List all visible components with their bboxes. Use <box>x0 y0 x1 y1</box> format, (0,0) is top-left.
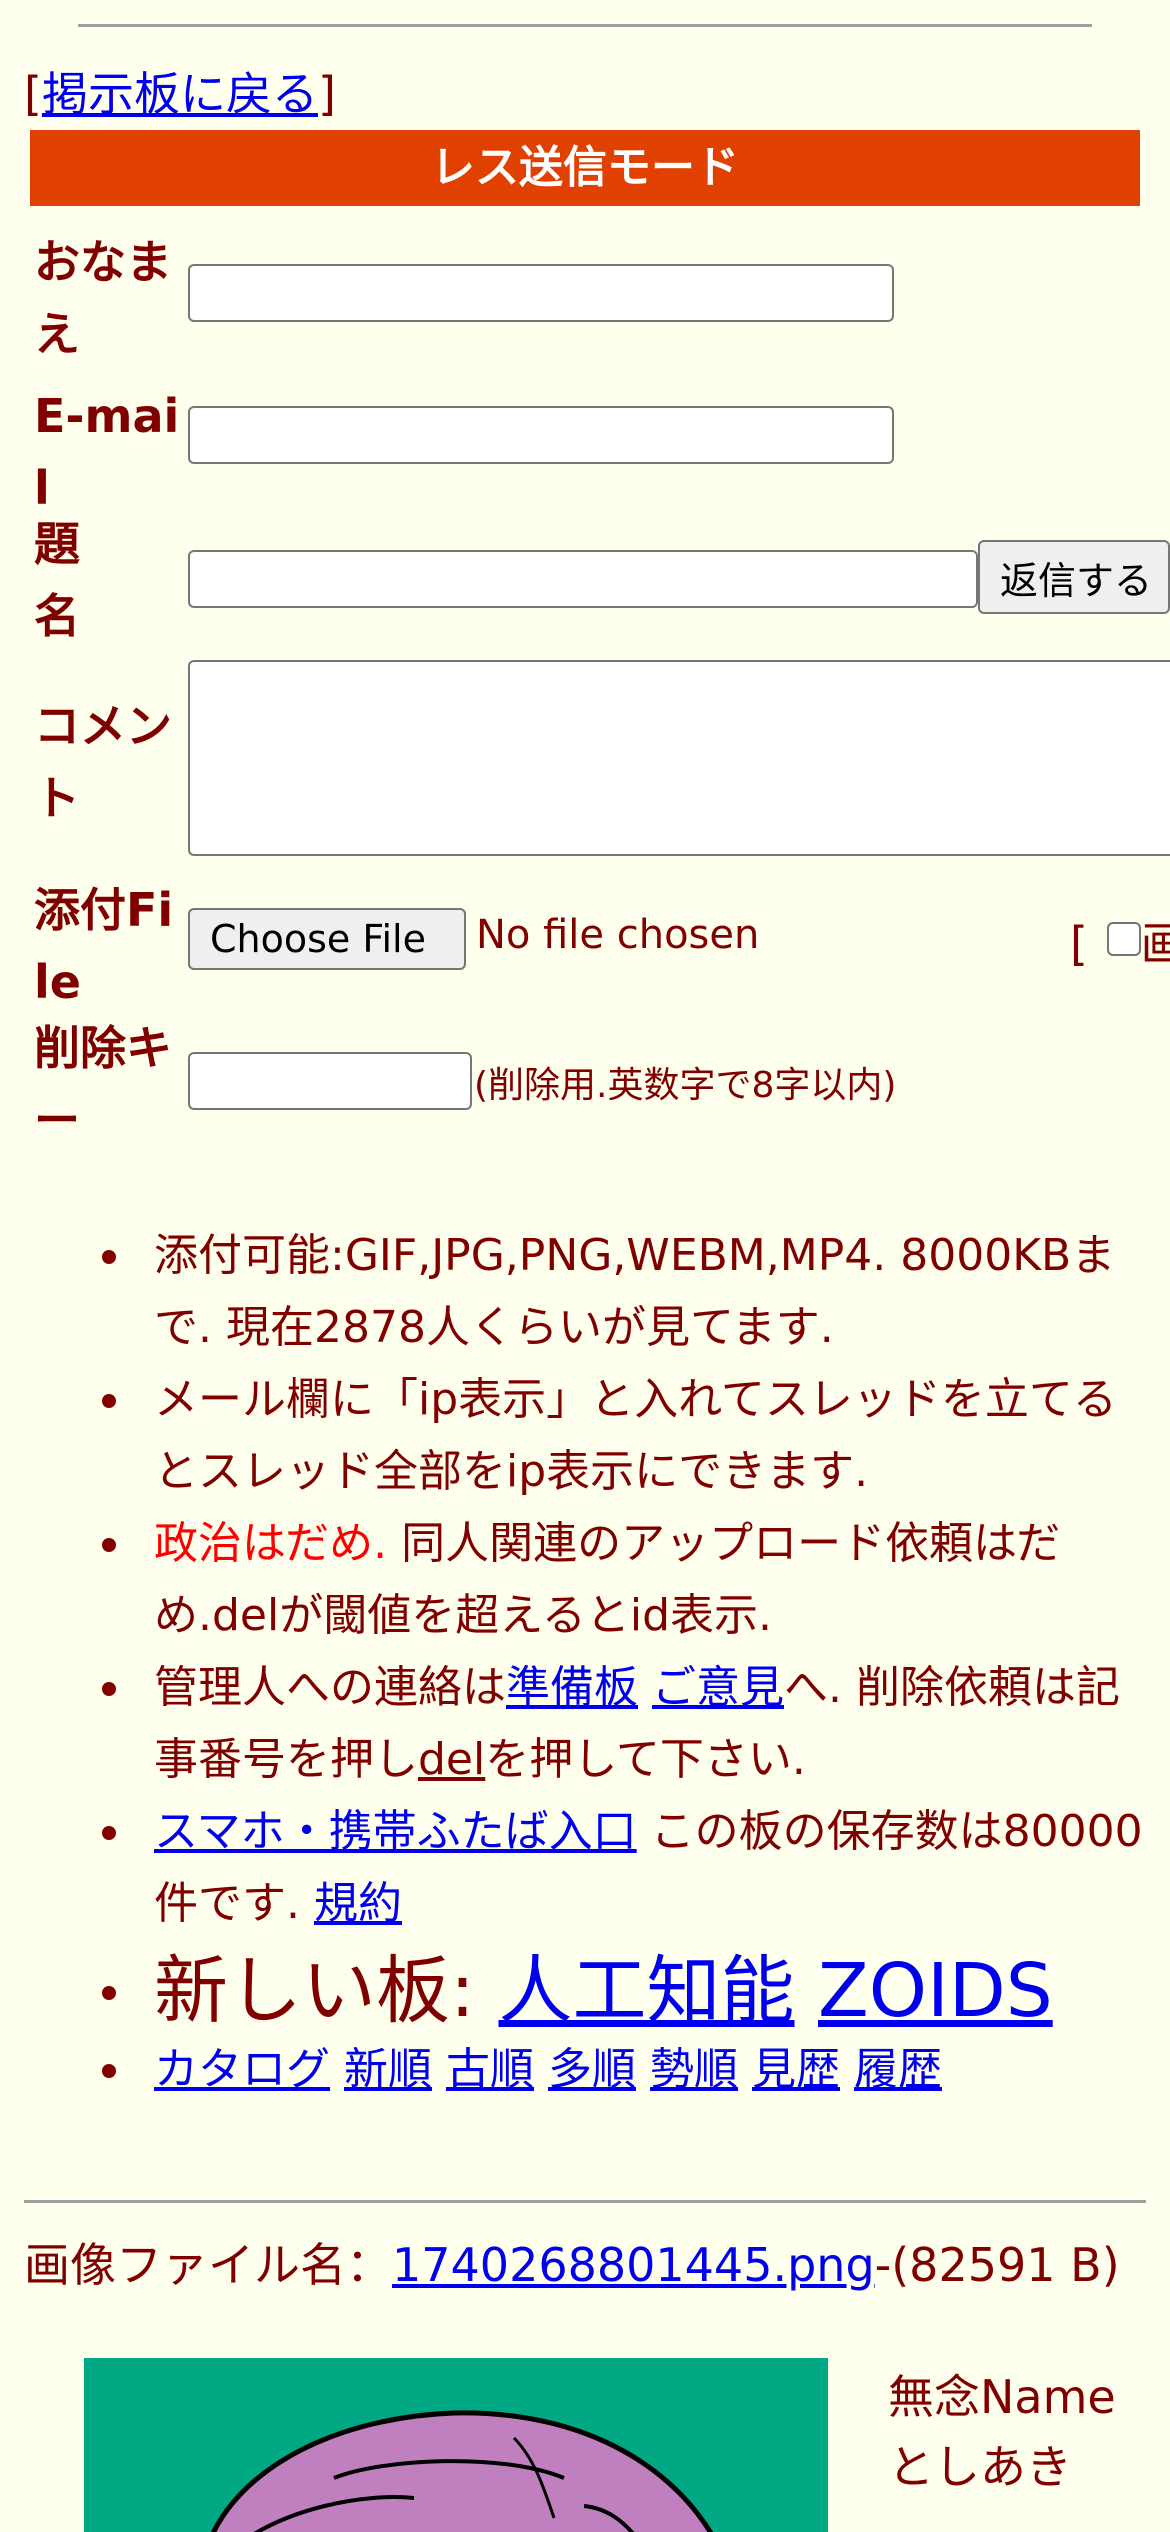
rule-contact-text-c: を押して下さい. <box>485 1734 806 1785</box>
sort-old-link[interactable]: 古順 <box>446 2044 534 2095</box>
subject-label: 題名 <box>34 517 80 643</box>
delkey-label: 削除キー <box>34 1021 172 1147</box>
terms-link[interactable]: 規約 <box>314 1878 402 1929</box>
view-history-link[interactable]: 見歴 <box>752 2044 840 2095</box>
image-file-size: -(82591 B) <box>874 2238 1120 2292</box>
new-boards: 新しい板: 人工知能 ZOIDS <box>102 1948 1150 2034</box>
top-divider <box>78 24 1092 27</box>
poster-name-2: としあき <box>888 2440 1072 2494</box>
rule-ip-display: メール欄に「ip表示」と入れてスレッドを立てるとスレッド全部をip表示にできます… <box>102 1364 1150 1508</box>
reply-mode-title: レス送信モード <box>30 130 1140 206</box>
board-rules-list: 添付可能:GIF,JPG,PNG,WEBM,MP4. 8000KBまで. 現在2… <box>0 1220 1150 2106</box>
catalog-link[interactable]: カタログ <box>154 2044 330 2095</box>
mobile-entry-link[interactable]: スマホ・携帯ふたば入口 <box>154 1806 637 1857</box>
prep-board-link[interactable]: 準備板 <box>506 1662 638 1713</box>
image-option-bracket: [ <box>1070 917 1088 971</box>
poster-info: 無念Name としあき <box>888 2362 1116 2502</box>
image-option-char: 画 <box>1140 917 1170 971</box>
sort-links: カタログ 新順 古順 多順 勢順 見歴 履歴 <box>102 2034 1150 2106</box>
no-file-chosen-text: No file chosen <box>476 912 760 958</box>
feedback-link[interactable]: ご意見 <box>652 1662 784 1713</box>
history-link[interactable]: 履歴 <box>854 2044 942 2095</box>
email-input[interactable] <box>188 406 894 464</box>
page: [掲示板に戻る] レス送信モード おなまえ E-mail 題名 返信する コメン… <box>0 0 1170 2532</box>
delkey-input[interactable] <box>188 1052 472 1110</box>
rule-contact-text-a: 管理人への連絡は <box>154 1662 506 1713</box>
sort-most-link[interactable]: 多順 <box>548 2044 636 2095</box>
new-boards-label: 新しい板: <box>154 1948 499 2034</box>
name-input[interactable] <box>188 264 894 322</box>
new-board-ai-link[interactable]: 人工知能 <box>498 1948 794 2034</box>
image-file-link[interactable]: 1740268801445.png <box>392 2238 875 2292</box>
comment-label: コメント <box>34 699 172 825</box>
choose-file-button[interactable]: Choose File <box>188 908 466 970</box>
comment-textarea[interactable] <box>188 660 1170 856</box>
email-label: E-mail <box>34 389 180 515</box>
back-to-board: [掲示板に戻る] <box>24 67 336 121</box>
poster-name: 無念Name <box>888 2370 1116 2424</box>
bottom-divider <box>24 2200 1146 2203</box>
back-to-board-link[interactable]: 掲示板に戻る <box>42 67 318 121</box>
new-board-zoids-link[interactable]: ZOIDS <box>818 1948 1053 2034</box>
name-label: おなまえ <box>34 235 172 361</box>
rule-attach-info: 添付可能:GIF,JPG,PNG,WEBM,MP4. 8000KBまで. 現在2… <box>102 1220 1150 1364</box>
sort-new-link[interactable]: 新順 <box>344 2044 432 2095</box>
rule-contact: 管理人への連絡は準備板 ご意見へ. 削除依頼は記事番号を押しdelを押して下さい… <box>102 1652 1150 1796</box>
image-file-label: 画像ファイル名： <box>24 2238 392 2292</box>
image-option: [ 画 <box>1070 908 1170 974</box>
del-text: del <box>418 1734 486 1785</box>
reply-submit-button[interactable]: 返信する <box>978 540 1170 614</box>
thumbnail-illustration <box>210 2410 714 2532</box>
image-file-line: 画像ファイル名：1740268801445.png-(82591 B) <box>24 2236 1154 2294</box>
sort-momentum-link[interactable]: 勢順 <box>650 2044 738 2095</box>
attach-label: 添付File <box>34 883 174 1009</box>
delkey-note: (削除用.英数字で8字以内) <box>474 1065 897 1106</box>
subject-input[interactable] <box>188 550 978 608</box>
rule-politics: 政治はだめ. 同人関連のアップロード依頼はだめ.delが閾値を超えるとid表示. <box>102 1508 1150 1652</box>
rule-mobile: スマホ・携帯ふたば入口 この板の保存数は80000件です. 規約 <box>102 1796 1150 1940</box>
image-option-checkbox[interactable] <box>1106 922 1141 956</box>
post-image-thumbnail[interactable] <box>84 2358 828 2532</box>
rule-politics-warning: 政治はだめ. <box>154 1518 388 1569</box>
